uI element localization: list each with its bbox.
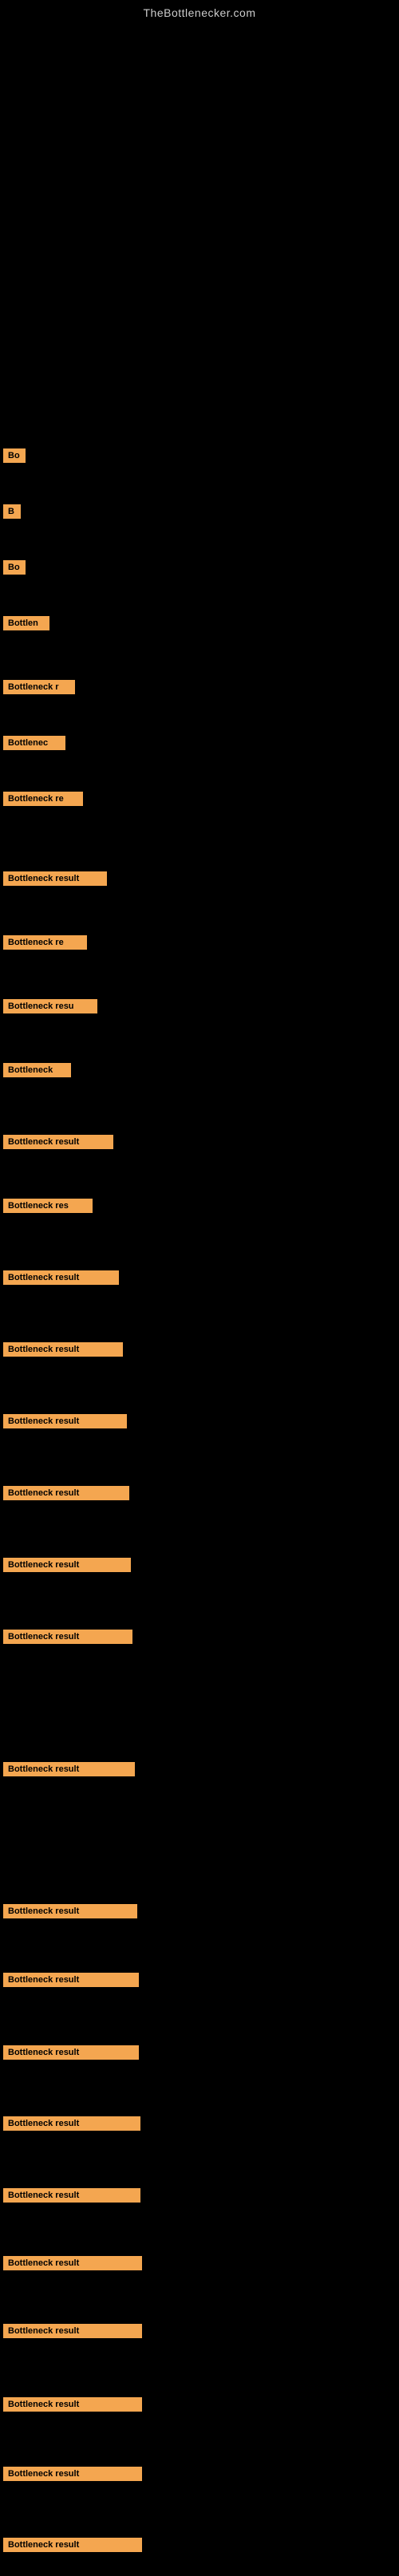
- bottleneck-bar-row: Bottleneck r: [0, 677, 75, 701]
- bottleneck-bar-row: Bottleneck result: [0, 2463, 142, 2488]
- bottleneck-bar: Bottleneck result: [3, 2045, 139, 2060]
- bottleneck-bar-row: Bottleneck result: [0, 2042, 139, 2067]
- bottleneck-bar: Bottleneck result: [3, 1486, 129, 1500]
- bottleneck-bar: Bottleneck result: [3, 1558, 131, 1572]
- bottleneck-bar-row: Bottleneck result: [0, 1970, 139, 1994]
- bottleneck-bar: Bottleneck result: [3, 1630, 132, 1644]
- bottleneck-bar: Bottleneck result: [3, 1135, 113, 1149]
- bottleneck-bar: Bottleneck result: [3, 2538, 142, 2552]
- bottleneck-bar-row: Bottleneck result: [0, 2113, 140, 2138]
- bottleneck-bar-row: Bottleneck result: [0, 1132, 113, 1156]
- bottleneck-bar-row: Bottleneck result: [0, 1901, 137, 1926]
- bottleneck-bar: Bottleneck result: [3, 1762, 135, 1776]
- site-title: TheBottlenecker.com: [0, 0, 399, 22]
- bottleneck-bar-row: Bo: [0, 445, 26, 470]
- bottleneck-bar-row: Bottleneck result: [0, 2394, 142, 2419]
- bottleneck-bar: Bottleneck res: [3, 1199, 93, 1213]
- bottleneck-bar-row: Bottleneck: [0, 1060, 71, 1085]
- bottleneck-bar: Bottleneck r: [3, 680, 75, 694]
- bottleneck-bar: Bottleneck result: [3, 1973, 139, 1987]
- bottleneck-bar: Bottleneck result: [3, 2467, 142, 2481]
- bottleneck-bar: Bottleneck result: [3, 1270, 119, 1285]
- bottleneck-bar: Bottleneck result: [3, 2256, 142, 2270]
- bottleneck-bar-row: Bottleneck result: [0, 1411, 127, 1436]
- bottleneck-bar-row: Bottleneck result: [0, 2321, 142, 2345]
- bottleneck-bar: Bottleneck result: [3, 2188, 140, 2203]
- bottleneck-bar: Bottleneck: [3, 1063, 71, 1077]
- bottleneck-bar-row: Bottleneck result: [0, 1555, 131, 1579]
- bottleneck-bar-row: Bottleneck result: [0, 2535, 142, 2559]
- bottleneck-bar-row: Bottlen: [0, 613, 49, 638]
- bottleneck-bar: Bottleneck result: [3, 1342, 123, 1357]
- bottleneck-bar-row: Bottleneck re: [0, 932, 87, 957]
- bottleneck-bar-row: Bottleneck result: [0, 1626, 132, 1651]
- bottleneck-bar-row: Bottleneck result: [0, 1267, 119, 1292]
- bottleneck-bar: Bottlen: [3, 616, 49, 630]
- bottleneck-bar-row: Bottleneck res: [0, 1195, 93, 1220]
- bottleneck-bar: Bottleneck result: [3, 1904, 137, 1918]
- bottleneck-bar-row: Bottleneck result: [0, 1759, 135, 1784]
- bottleneck-bar: B: [3, 504, 21, 519]
- bottleneck-bar: Bo: [3, 448, 26, 463]
- bottleneck-bar: Bottleneck resu: [3, 999, 97, 1013]
- bottleneck-bar-row: Bottleneck result: [0, 2185, 140, 2210]
- bottleneck-bar: Bottlenec: [3, 736, 65, 750]
- bottleneck-bar-row: Bottleneck re: [0, 788, 83, 813]
- bottleneck-bar: Bottleneck result: [3, 1414, 127, 1428]
- bottleneck-bar-row: Bottleneck resu: [0, 996, 97, 1021]
- bottleneck-bar: Bottleneck re: [3, 935, 87, 950]
- bottleneck-bar-row: Bottleneck result: [0, 1483, 129, 1507]
- bottleneck-bar-row: Bottleneck result: [0, 1339, 123, 1364]
- bottleneck-bar: Bottleneck result: [3, 871, 107, 886]
- bottleneck-bar-row: Bo: [0, 557, 26, 582]
- bottleneck-bar-row: Bottleneck result: [0, 2253, 142, 2278]
- bottleneck-bar: Bottleneck re: [3, 792, 83, 806]
- bottleneck-bar-row: B: [0, 501, 21, 526]
- bottleneck-bar: Bottleneck result: [3, 2324, 142, 2338]
- bottleneck-bar: Bo: [3, 560, 26, 575]
- bottleneck-bar-row: Bottleneck result: [0, 868, 107, 893]
- bottleneck-bar: Bottleneck result: [3, 2116, 140, 2131]
- bottleneck-bar: Bottleneck result: [3, 2397, 142, 2412]
- bottleneck-bar-row: Bottlenec: [0, 733, 65, 757]
